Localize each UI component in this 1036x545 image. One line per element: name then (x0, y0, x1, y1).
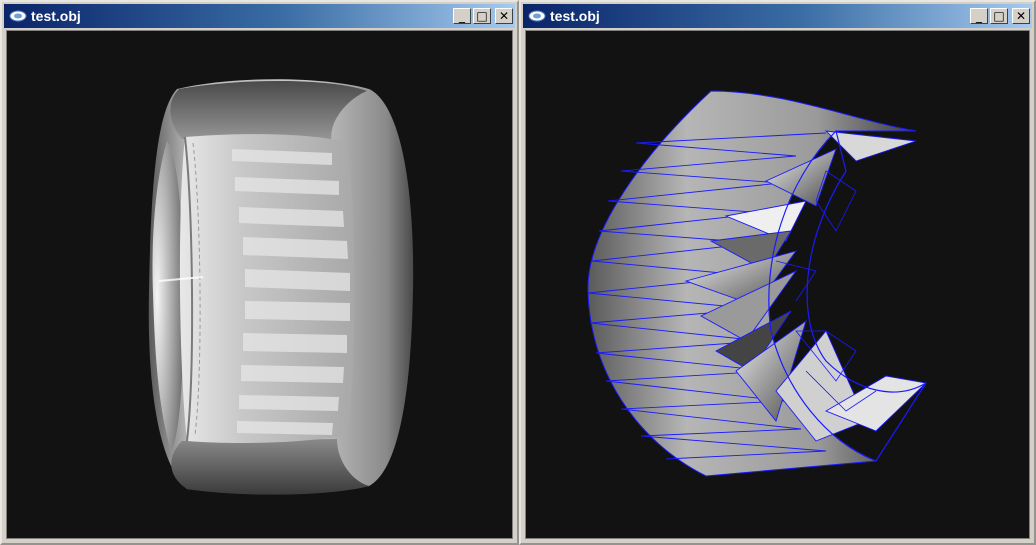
window-title: test.obj (31, 8, 81, 24)
minimize-button[interactable]: _ (970, 8, 988, 24)
render-viewport-left[interactable] (6, 30, 513, 539)
window-left: test.obj _ □ ✕ (0, 0, 519, 545)
wireframe-ring-model (587, 90, 927, 477)
app-icon (528, 10, 546, 22)
minimize-button[interactable]: _ (453, 8, 471, 24)
close-button[interactable]: ✕ (1012, 8, 1030, 24)
maximize-button[interactable]: □ (990, 8, 1008, 24)
window-right: test.obj _ □ ✕ (519, 0, 1036, 545)
title-bar-left[interactable]: test.obj _ □ ✕ (4, 4, 515, 28)
title-bar-right[interactable]: test.obj _ □ ✕ (523, 4, 1032, 28)
close-button[interactable]: ✕ (495, 8, 513, 24)
window-title: test.obj (550, 8, 600, 24)
shaded-ring-model (148, 79, 414, 495)
app-icon (9, 10, 27, 22)
maximize-button[interactable]: □ (473, 8, 491, 24)
render-viewport-right[interactable] (525, 30, 1030, 539)
